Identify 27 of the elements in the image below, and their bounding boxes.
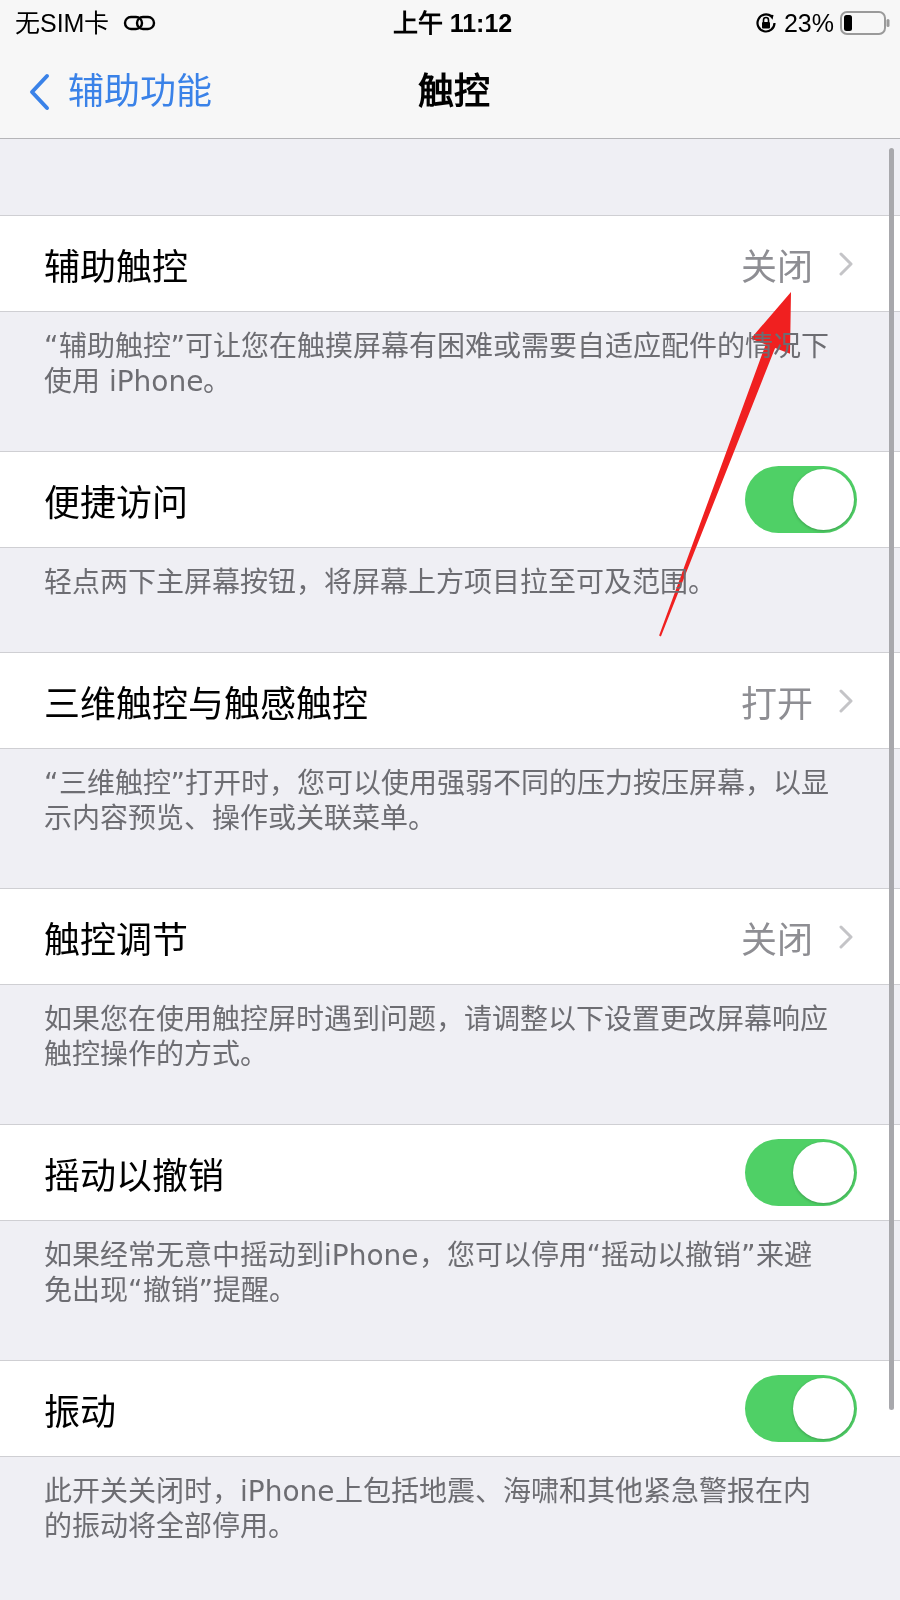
- footer-text: 如果您在使用触控屏时遇到问题，请调整以下设置更改屏幕响应触控操作的方式。: [44, 1002, 829, 1072]
- row-value: 关闭: [741, 918, 813, 963]
- settings-row[interactable]: 辅助触控 关闭: [0, 215, 900, 312]
- battery-percent: 23%: [783, 7, 834, 38]
- footer-text: 如果经常无意中摇动到iPhone，您可以停用“摇动以撤销”来避免出现“撤销”提醒。: [44, 1238, 813, 1308]
- row-label: 摇动以撤销: [44, 1154, 225, 1199]
- row-value: 打开: [741, 682, 813, 727]
- status-time: 上午 11:12: [392, 7, 513, 38]
- settings-row[interactable]: 三维触控与触感触控 打开: [0, 652, 900, 749]
- battery-icon: [840, 10, 890, 35]
- settings-row[interactable]: 触控调节 关闭: [0, 888, 900, 985]
- rotation-lock-icon: [753, 10, 778, 35]
- chevron-left-icon: [28, 72, 50, 111]
- row-label: 振动: [44, 1390, 117, 1435]
- chevron-right-icon: [839, 688, 853, 713]
- back-button[interactable]: 辅助功能: [28, 69, 212, 114]
- chevron-right-icon: [839, 924, 853, 949]
- footer-text: “三维触控”打开时，您可以使用强弱不同的压力按压屏幕，以显示内容预览、操作或关联菜单。: [44, 766, 830, 836]
- row-value: 关闭: [741, 245, 813, 290]
- carrier-label: 无SIM卡: [15, 7, 110, 38]
- page-title: 触控: [418, 69, 490, 114]
- row-label: 三维触控与触感触控: [44, 682, 369, 727]
- chevron-right-icon: [839, 251, 853, 276]
- row-label: 触控调节: [44, 918, 189, 963]
- footer-text: 此开关关闭时，iPhone上包括地震、海啸和其他紧急警报在内的振动将全部停用。: [44, 1474, 812, 1544]
- row-label: 辅助触控: [44, 245, 189, 290]
- row-label: 便捷访问: [44, 481, 189, 526]
